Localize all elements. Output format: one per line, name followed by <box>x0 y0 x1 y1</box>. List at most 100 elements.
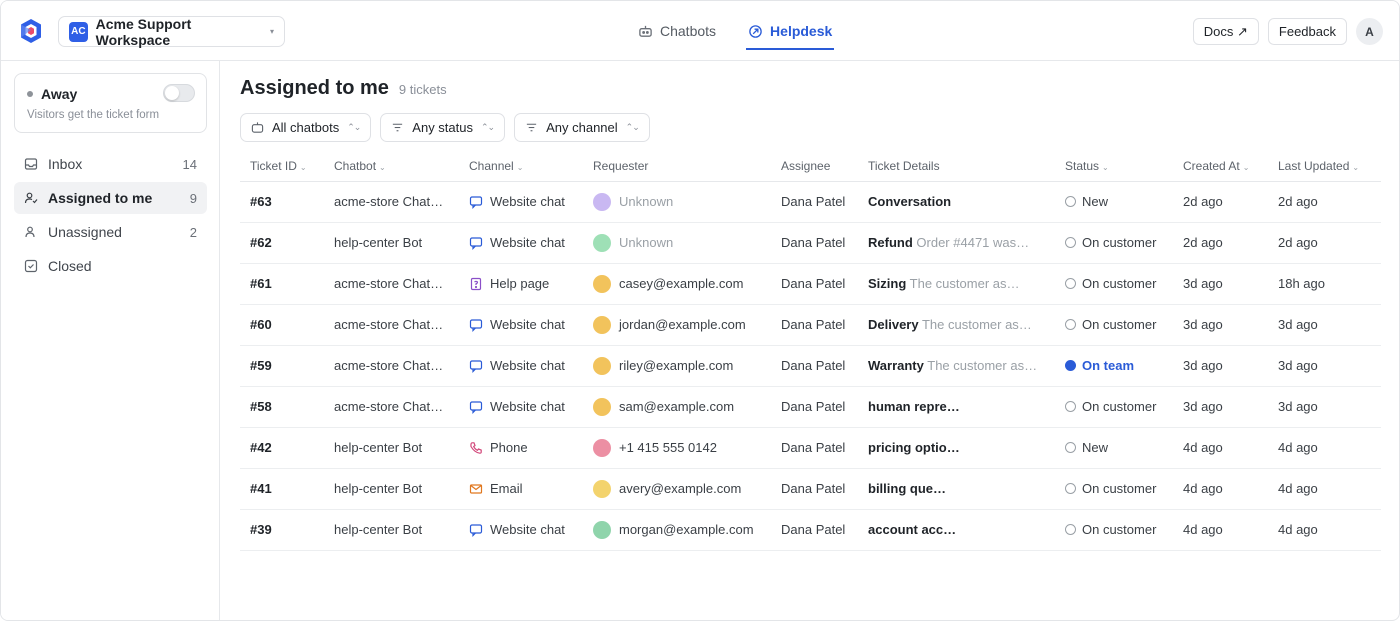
workspace-badge: AC <box>69 21 88 42</box>
chevron-up-down-icon: ⌃⌄ <box>481 122 495 132</box>
ticket-id[interactable]: #61 <box>240 263 324 305</box>
requester-avatar <box>593 233 611 252</box>
ticket-id[interactable]: #59 <box>240 345 324 387</box>
sort-icon: ⌄ <box>1242 162 1250 172</box>
status-label: On team <box>1082 358 1135 373</box>
chat-icon <box>469 195 483 209</box>
brand-logo-icon[interactable] <box>18 18 44 44</box>
status-label: On customer <box>1082 399 1157 414</box>
table-row[interactable]: #59 acme-store Chat… Website chat riley@exa… <box>240 345 1381 387</box>
ticket-id[interactable]: #41 <box>240 468 324 510</box>
table-row[interactable]: #61 acme-store Chat… Help page casey@exampl… <box>240 263 1381 305</box>
ticket-assignee: Dana Patel <box>771 222 858 264</box>
column-header-assignee: Assignee <box>771 151 858 182</box>
ticket-chatbot: help-center Bot <box>324 427 459 469</box>
ticket-created: 4d ago <box>1173 509 1268 551</box>
ticket-status: On customer <box>1055 386 1173 428</box>
ticket-channel: Phone <box>459 427 583 469</box>
ticket-id[interactable]: #39 <box>240 509 324 551</box>
ticket-chatbot: acme-store Chat… <box>324 386 459 428</box>
bot-icon <box>639 25 652 37</box>
chevron-up-down-icon: ⌃⌄ <box>347 122 361 132</box>
ticket-id[interactable]: #58 <box>240 386 324 428</box>
chatbot-filter-label: All chatbots <box>272 120 340 135</box>
ticket-chatbot: acme-store Chat… <box>324 304 459 346</box>
ticket-details: Refund Order #4471 was… <box>858 222 1055 264</box>
ticket-preview: Order #4471 was… <box>916 235 1030 250</box>
ticket-created: 3d ago <box>1173 345 1268 387</box>
ticket-details: human repre… <box>858 386 1055 428</box>
presence-toggle[interactable] <box>163 84 195 102</box>
page-icon <box>469 277 483 291</box>
sort-icon: ⌄ <box>1102 162 1109 172</box>
column-header-chatbot[interactable]: Chatbot ⌄ <box>324 151 459 182</box>
ticket-status: New <box>1055 427 1173 469</box>
table-row[interactable]: #58 acme-store Chat… Website chat sam@examp… <box>240 386 1381 428</box>
status-filter-label: Any status <box>412 120 473 135</box>
table-row[interactable]: #42 help-center Bot Phone +1 415 555 0142 Da… <box>240 427 1381 469</box>
chat-icon <box>469 523 483 537</box>
ticket-details: Delivery The customer as… <box>858 304 1055 346</box>
ticket-id[interactable]: #42 <box>240 427 324 469</box>
requester-avatar <box>593 274 611 293</box>
filter-icon <box>393 123 403 132</box>
ticket-assignee: Dana Patel <box>771 345 858 387</box>
ticket-id[interactable]: #60 <box>240 304 324 346</box>
column-header-created[interactable]: Created At ⌄ <box>1173 151 1268 182</box>
sidebar-item-label: Unassigned <box>48 224 122 240</box>
sidebar-item-label: Assigned to me <box>48 190 153 206</box>
column-header-updated[interactable]: Last Updated ⌄ <box>1268 151 1381 182</box>
sidebar-item-assigned-to-me[interactable]: Assigned to me 9 <box>14 182 207 214</box>
channel-label: Help page <box>490 276 550 291</box>
user-avatar[interactable]: A <box>1356 18 1383 45</box>
sort-icon: ⌄ <box>516 162 524 172</box>
ticket-details: Warranty The customer as… <box>858 345 1055 387</box>
tab-chatbots[interactable]: Chatbots <box>638 1 716 61</box>
workspace-switcher[interactable]: AC Acme Support Workspace ▾ <box>58 16 285 48</box>
ticket-requester: riley@example.com <box>583 345 771 387</box>
column-header-status[interactable]: Status ⌄ <box>1055 151 1173 182</box>
ticket-channel: Help page <box>459 263 583 305</box>
ticket-status: On customer <box>1055 304 1173 346</box>
sidebar-nav: Inbox 14 Assigned to me 9 Unassigned 2 C… <box>14 148 207 284</box>
table-row[interactable]: #62 help-center Bot Website chat Unknown Dan… <box>240 222 1381 264</box>
table-row[interactable]: #63 acme-store Chat… Website chat Unknown Da… <box>240 181 1381 223</box>
ticket-updated: 3d ago <box>1268 304 1381 346</box>
ticket-created: 3d ago <box>1173 386 1268 428</box>
docs-button[interactable]: Docs ↗ <box>1192 18 1259 45</box>
status-filter[interactable]: Any status ⌃⌄ <box>380 113 506 142</box>
channel-label: Phone <box>490 440 528 455</box>
channel-filter[interactable]: Any channel ⌃⌄ <box>514 113 650 142</box>
user-icon <box>25 226 35 238</box>
chat-icon <box>469 400 483 414</box>
ticket-created: 3d ago <box>1173 263 1268 305</box>
ticket-id[interactable]: #62 <box>240 222 324 264</box>
ticket-status: On team <box>1055 345 1173 387</box>
requester-label: casey@example.com <box>619 276 744 291</box>
column-header-id[interactable]: Ticket ID ⌄ <box>240 151 324 182</box>
channel-label: Website chat <box>490 317 565 332</box>
status-label: New <box>1082 194 1109 209</box>
ticket-assignee: Dana Patel <box>771 263 858 305</box>
ticket-created: 4d ago <box>1173 468 1268 510</box>
requester-avatar <box>593 438 611 457</box>
feedback-button[interactable]: Feedback <box>1267 18 1347 45</box>
ticket-assignee: Dana Patel <box>771 386 858 428</box>
column-header-channel[interactable]: Channel ⌄ <box>459 151 583 182</box>
ticket-status: On customer <box>1055 222 1173 264</box>
table-row[interactable]: #39 help-center Bot Website chat morgan@exa… <box>240 509 1381 551</box>
tab-helpdesk[interactable]: Helpdesk <box>746 1 835 61</box>
status-label: On customer <box>1082 522 1157 537</box>
sidebar-item-unassigned[interactable]: Unassigned 2 <box>14 216 207 248</box>
table-row[interactable]: #60 acme-store Chat… Website chat jordan@ex… <box>240 304 1381 346</box>
requester-avatar <box>593 192 611 211</box>
table-row[interactable]: #41 help-center Bot Email avery@example.com… <box>240 468 1381 510</box>
column-header-requester: Requester <box>583 151 771 182</box>
chatbot-filter[interactable]: All chatbots ⌃⌄ <box>240 113 372 142</box>
sidebar-item-inbox[interactable]: Inbox 14 <box>14 148 207 180</box>
status-ring-icon <box>1065 483 1076 494</box>
ticket-id[interactable]: #63 <box>240 181 324 223</box>
ticket-assignee: Dana Patel <box>771 509 858 551</box>
app-window: AC Acme Support Workspace ▾ Chatbots Hel… <box>0 0 1400 621</box>
sidebar-item-closed[interactable]: Closed <box>14 250 207 282</box>
